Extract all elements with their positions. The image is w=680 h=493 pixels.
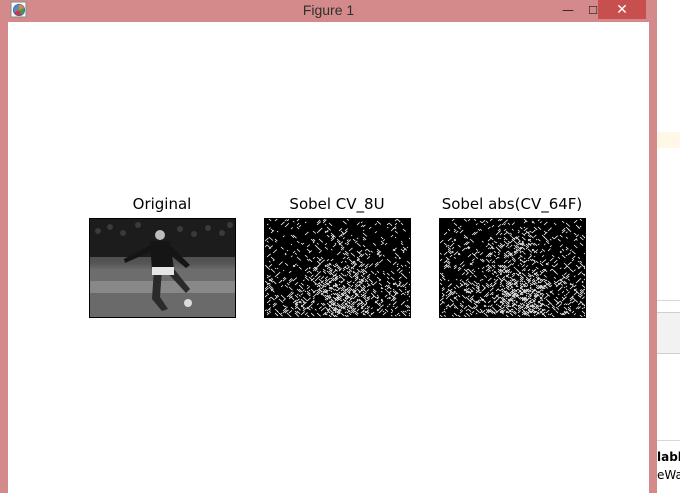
- subplot-title-original: Original: [132, 195, 192, 213]
- background-text-2: eWa: [657, 468, 680, 482]
- subplot-title-sobel-8u: Sobel CV_8U: [289, 195, 385, 213]
- figure-canvas[interactable]: Original Sobel CV_8U Sobel abs(CV_64F): [8, 22, 649, 493]
- background-divider: [654, 300, 680, 301]
- title-bar[interactable]: Figure 1 — ☐ ✕: [0, 0, 657, 22]
- background-text-1: lable: [657, 450, 680, 464]
- sobel-abs-64f-image: [439, 218, 586, 318]
- figure-window: Figure 1 — ☐ ✕ Original Sobel CV_8U Sobe…: [0, 0, 657, 493]
- close-button[interactable]: ✕: [598, 0, 646, 19]
- background-highlight-strip: [656, 132, 680, 148]
- background-panel: [656, 312, 680, 354]
- subplot-title-sobel-abs-64f: Sobel abs(CV_64F): [441, 195, 583, 213]
- original-image: [89, 218, 236, 318]
- sobel-8u-image: [264, 218, 411, 318]
- background-divider: [654, 440, 680, 441]
- minimize-button[interactable]: —: [556, 0, 580, 20]
